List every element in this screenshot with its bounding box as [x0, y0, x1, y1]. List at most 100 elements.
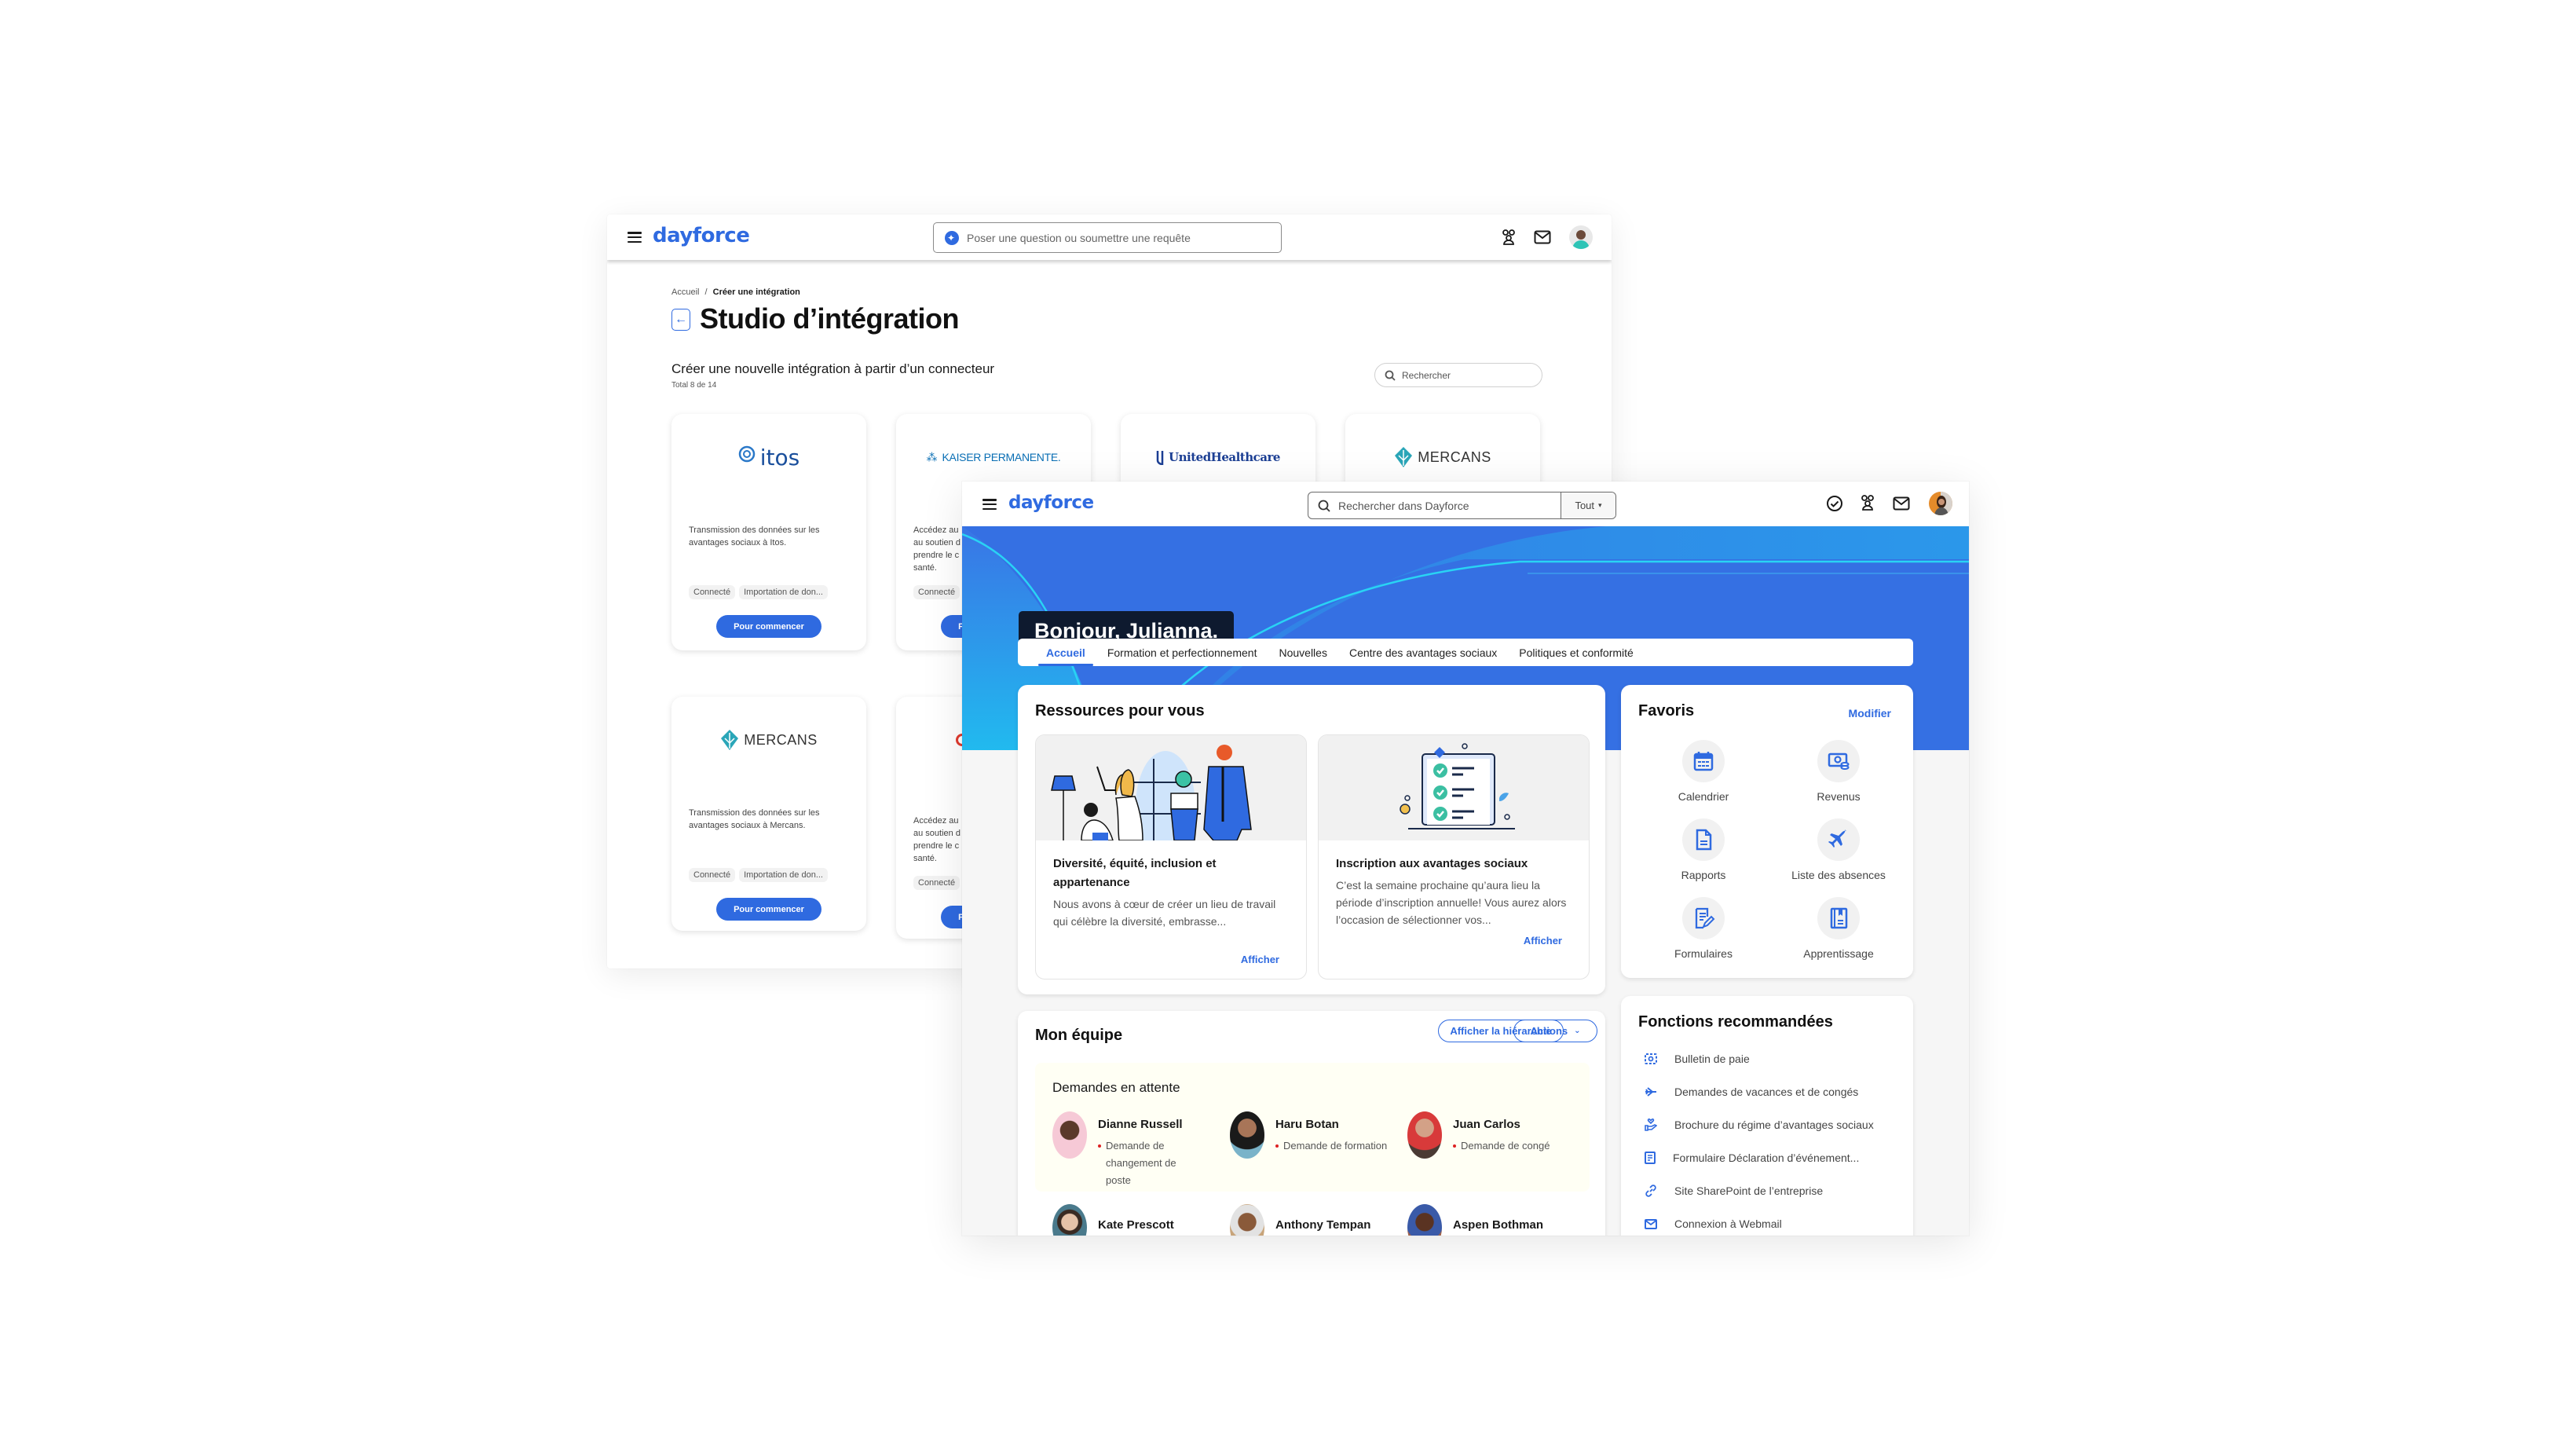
team-member-item[interactable]: Kate Prescott: [1052, 1204, 1174, 1236]
avatar: [1230, 1204, 1264, 1236]
checklist-illustration: [1319, 735, 1589, 840]
recommended-item-pay-stub[interactable]: Bulletin de paie: [1645, 1053, 1750, 1065]
edit-favorites-link[interactable]: Modifier: [1849, 707, 1891, 720]
resource-title: Diversité, équité, inclusion et apparten…: [1053, 857, 1217, 889]
tag-import: Importation de don...: [739, 868, 828, 882]
recommended-label: Site SharePoint de l’entreprise: [1674, 1185, 1824, 1197]
pending-request-item[interactable]: Juan Carlos Demande de congé: [1407, 1111, 1550, 1159]
connector-description: Transmission des données sur les avantag…: [689, 808, 820, 830]
global-search-placeholder: Rechercher dans Dayforce: [1338, 499, 1469, 512]
favorite-rapports[interactable]: Rapports: [1637, 818, 1770, 881]
avatar: [1407, 1111, 1442, 1159]
breadcrumb: Accueil / Créer une intégration: [671, 287, 800, 297]
team-icon[interactable]: [1501, 229, 1517, 249]
favorite-label: Apprentissage: [1803, 947, 1874, 960]
team-member-item[interactable]: Aspen Bothman: [1407, 1204, 1543, 1236]
favorites-title: Favoris: [1638, 702, 1695, 720]
menu-icon[interactable]: [628, 232, 642, 243]
pending-requests-panel: Demandes en attente Dianne Russell Deman…: [1035, 1063, 1590, 1192]
tag-connected: Connecté: [689, 585, 736, 599]
resource-body: Nous avons à cœur de créer un lieu de tr…: [1053, 898, 1276, 928]
connector-card-mercans[interactable]: MERCANS Transmission des données sur les…: [671, 697, 866, 931]
tab-politiques[interactable]: Politiques et conformité: [1508, 639, 1645, 666]
user-avatar[interactable]: [1569, 225, 1593, 249]
mercans-logo: MERCANS: [1345, 438, 1540, 477]
dayforce-logo[interactable]: dayforce: [653, 224, 750, 247]
global-search: Rechercher dans Dayforce Tout ▾: [1308, 492, 1616, 519]
tasks-check-icon[interactable]: [1826, 495, 1843, 515]
tab-avantages-sociaux[interactable]: Centre des avantages sociaux: [1338, 639, 1508, 666]
pending-request-item[interactable]: Dianne Russell Demande de changement de …: [1052, 1111, 1200, 1189]
itos-logo: itos: [671, 438, 866, 477]
user-avatar[interactable]: [1929, 492, 1952, 515]
tag-connected: Connecté: [913, 876, 961, 890]
kaiser-permanente-logo: ⁂ KAISER PERMANENTE.: [926, 450, 1061, 464]
recommended-item-benefits-brochure[interactable]: Brochure du régime d’avantages sociaux: [1645, 1119, 1874, 1131]
tab-formation[interactable]: Formation et perfectionnement: [1096, 639, 1268, 666]
chevron-down-icon: ▾: [1598, 501, 1602, 509]
team-member-item[interactable]: Anthony Tempan: [1230, 1204, 1370, 1236]
favorite-label: Rapports: [1681, 869, 1726, 881]
document-icon: [1696, 829, 1712, 851]
connector-description: Transmission des données sur les avantag…: [689, 525, 820, 547]
home-tabs: Accueil Formation et perfectionnement No…: [1018, 639, 1913, 666]
ask-assistant-input[interactable]: Poser une question ou soumettre une requ…: [933, 222, 1282, 253]
breadcrumb-home[interactable]: Accueil: [671, 287, 699, 297]
recommended-item-webmail[interactable]: Connexion à Webmail: [1645, 1217, 1782, 1230]
recommended-item-event-form[interactable]: Formulaire Déclaration d’événement...: [1645, 1152, 1859, 1164]
back-button[interactable]: ←: [671, 309, 690, 331]
breadcrumb-current: Créer une intégration: [712, 287, 800, 297]
book-icon: [1830, 907, 1848, 929]
tag-connected: Connecté: [689, 868, 736, 882]
view-resource-link[interactable]: Afficher: [1241, 954, 1279, 965]
favorite-apprentissage[interactable]: Apprentissage: [1772, 897, 1905, 960]
search-scope-dropdown[interactable]: Tout ▾: [1561, 492, 1615, 518]
recommended-item-sharepoint[interactable]: Site SharePoint de l’entreprise: [1645, 1185, 1823, 1197]
recommended-item-vacation[interactable]: Demandes de vacances et de congés: [1645, 1086, 1858, 1098]
global-search-input[interactable]: Rechercher dans Dayforce: [1308, 492, 1561, 518]
recommended-label: Formulaire Déclaration d’événement...: [1673, 1152, 1860, 1164]
resource-item-diversity[interactable]: Diversité, équité, inclusion et apparten…: [1035, 734, 1307, 979]
menu-icon[interactable]: [982, 499, 997, 510]
view-resource-link[interactable]: Afficher: [1524, 935, 1562, 947]
favorite-calendrier[interactable]: Calendrier: [1637, 740, 1770, 803]
tab-nouvelles[interactable]: Nouvelles: [1268, 639, 1337, 666]
calendar-icon: [1693, 752, 1714, 771]
person-name: Dianne Russell: [1098, 1118, 1183, 1131]
recommended-label: Bulletin de paie: [1674, 1053, 1750, 1065]
team-icon[interactable]: [1860, 494, 1875, 514]
get-started-button[interactable]: Pour commencer: [716, 615, 821, 638]
get-started-button[interactable]: Pour commencer: [716, 898, 821, 921]
favorites-card: Favoris Modifier Calendrier Revenus Rapp…: [1621, 685, 1913, 978]
favorite-liste-absences[interactable]: Liste des absences: [1772, 818, 1905, 881]
connector-tags: Connecté Importation de don...: [689, 868, 828, 882]
favorite-formulaires[interactable]: Formulaires: [1637, 897, 1770, 960]
my-team-card: Mon équipe Afficher la hiérarchie Action…: [1018, 1011, 1605, 1236]
mercans-logo: MERCANS: [671, 720, 866, 760]
mail-icon: [1645, 1218, 1657, 1229]
connector-tags: Connecté: [913, 876, 961, 890]
resource-body: C’est la semaine prochaine qu’aura lieu …: [1336, 879, 1567, 926]
resource-item-benefits-enrollment[interactable]: Inscription aux avantages sociaux C’est …: [1318, 734, 1590, 979]
mail-icon[interactable]: [1893, 496, 1910, 514]
results-count: Total 8 de 14: [671, 381, 717, 390]
kaiser-people-icon: ⁂: [926, 450, 938, 463]
request-type: Demande de congé: [1453, 1137, 1550, 1155]
favorite-revenus[interactable]: Revenus: [1772, 740, 1905, 803]
connector-search-input[interactable]: Rechercher: [1374, 363, 1542, 387]
dayforce-logo[interactable]: dayforce: [1008, 492, 1094, 513]
tag-connected: Connecté: [913, 585, 961, 599]
mail-icon[interactable]: [1534, 230, 1551, 247]
top-bar: dayforce Poser une question ou soumettre…: [607, 214, 1612, 260]
recommended-title: Fonctions recommandées: [1638, 1013, 1833, 1031]
search-scope-value: Tout: [1575, 500, 1595, 511]
tab-accueil[interactable]: Accueil: [1035, 639, 1096, 666]
page-title: Studio d’intégration: [700, 302, 959, 335]
actions-button[interactable]: Actions ⌄: [1513, 1020, 1597, 1042]
connector-card-itos[interactable]: itos Transmission des données sur les av…: [671, 414, 866, 650]
pending-request-item[interactable]: Haru Botan Demande de formation: [1230, 1111, 1387, 1159]
tag-import: Importation de don...: [739, 585, 828, 599]
resource-title: Inscription aux avantages sociaux: [1336, 857, 1528, 870]
my-team-title: Mon équipe: [1035, 1027, 1123, 1044]
favorite-label: Formulaires: [1674, 947, 1733, 960]
